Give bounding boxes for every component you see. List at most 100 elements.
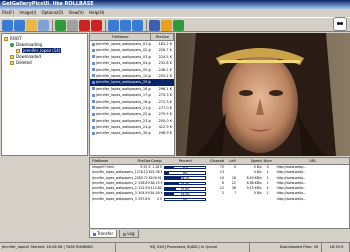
menu-image[interactable]: Image(I) [19, 10, 36, 15]
dl-comp: 0 K [157, 196, 163, 201]
status-queue: 90[ XXX] Processed, 8(ABC) In Queue [116, 243, 250, 252]
preview-image [176, 33, 350, 156]
save-button[interactable] [38, 20, 49, 31]
image-preview [176, 33, 350, 156]
toolbar [0, 17, 350, 32]
help-button[interactable] [173, 20, 184, 31]
col-filename[interactable]: FileName [90, 34, 151, 40]
panda-logo-icon [333, 17, 347, 31]
col-filesize[interactable]: FileSize [137, 158, 150, 164]
progress-bar: 9% [164, 171, 207, 175]
folder-tree: ROOT Downloading jennifer_lopez (14) Dow… [1, 33, 88, 156]
menu-file[interactable]: File(F) [2, 10, 14, 15]
dl-num [262, 197, 274, 202]
stop-button[interactable] [79, 20, 90, 31]
menu-help[interactable]: Help(H) [89, 10, 104, 15]
tree-deleted[interactable]: Deleted [4, 60, 85, 66]
progress-text: 0% [183, 197, 188, 202]
status-time: 16:32:9 [322, 243, 350, 252]
downloading-icon [10, 43, 14, 47]
image-file-icon [92, 42, 95, 46]
tab-bar: Transfer Log [89, 230, 350, 239]
col-filesize[interactable]: FileSize [151, 34, 174, 40]
image-file-icon [92, 106, 95, 110]
file-list-rows: jennifer_lopez_wallpapers_01.jpg 163.2 Kj… [90, 41, 174, 137]
col-speed[interactable]: Speed [236, 158, 262, 164]
menu-options[interactable]: Options(O) [42, 10, 64, 15]
refresh-button[interactable] [108, 20, 119, 31]
file-list-item[interactable]: jennifer_lopez_wallpapers_30.jpg 298.9 K [90, 130, 174, 136]
file-name: jennifer_lopez_wallpapers_30.jpg [90, 130, 151, 136]
file-size: 298.9 K [158, 131, 172, 136]
image-file-icon [92, 80, 95, 84]
menu-view[interactable]: View(V) [69, 10, 84, 15]
image-file-icon [92, 125, 95, 129]
dl-filesize: 297.8 K [138, 196, 151, 201]
image-file-icon [92, 55, 95, 59]
image-file-icon [92, 131, 95, 135]
col-num[interactable]: Num [262, 158, 274, 164]
status-downloaded-files: Downloaded Files: 36 [250, 243, 322, 252]
image-button[interactable] [149, 20, 160, 31]
image-file-icon [92, 112, 95, 116]
folder-icon [16, 49, 20, 53]
dl-percent: 0% [162, 197, 208, 202]
dl-left [224, 197, 236, 202]
log-icon [123, 232, 127, 236]
col-left[interactable]: Left [224, 158, 236, 164]
progress-bar: 0% [164, 197, 207, 202]
progress-text: 9% [183, 171, 188, 175]
window-title: GetGalleryPicsUI. like ROLLBASE [0, 0, 350, 9]
download-grid: FileName FileSize Comp. Percent Elapsed … [89, 157, 350, 229]
redo-button[interactable] [132, 20, 143, 31]
tab-log[interactable]: Log [119, 230, 139, 238]
col-percent[interactable]: Percent [162, 158, 208, 164]
undo-button[interactable] [120, 20, 131, 31]
download-row[interactable]: jennifer_lopez_wallpapers_31.jpg297.8 K 0… [90, 197, 349, 202]
download-grid-rows: image57.html 5.52 K 1.16 K 21% 75 0 0 B/s 0 http… [90, 165, 349, 202]
dl-elapsed [208, 197, 224, 202]
image-file-icon [92, 61, 95, 65]
col-filename[interactable]: FileName [90, 158, 137, 164]
image-file-icon [92, 93, 95, 97]
delete-button[interactable] [91, 20, 102, 31]
dl-speed [236, 197, 262, 202]
downloaded-folder-icon [10, 55, 14, 59]
settings-button[interactable] [161, 20, 172, 31]
forward-button[interactable] [14, 20, 25, 31]
status-task: Jennifer_lopez2 Started: 16:28:56 | TASK… [0, 243, 116, 252]
tab-transfer[interactable]: Transfer [89, 230, 118, 238]
file-list-header: FileName FileSize [90, 34, 174, 41]
pause-button[interactable] [67, 20, 78, 31]
progress-bar: 34.4% [164, 181, 207, 186]
download-grid-header: FileName FileSize Comp. Percent Elapsed … [90, 158, 349, 165]
progress-text: 39.1% [180, 176, 190, 180]
progress-text: 27.8% [180, 186, 190, 191]
image-file-icon [92, 68, 95, 72]
progress-bar: 21% [164, 165, 207, 170]
image-file-icon [92, 87, 95, 91]
progress-bar: 27.8% [164, 186, 207, 191]
progress-text: 34.4% [180, 181, 190, 186]
col-comp[interactable]: Comp. [151, 158, 162, 164]
menu-bar: File(F) Image(I) Options(O) View(V) Help… [0, 9, 350, 17]
progress-text: 21.2% [180, 192, 190, 196]
progress-bar: 39.1% [164, 176, 207, 180]
col-elapsed[interactable]: Elapsed [208, 158, 224, 164]
toolbar-separator [52, 20, 53, 31]
file-list: FileName FileSize jennifer_lopez_wallpap… [89, 33, 175, 156]
open-button[interactable] [26, 20, 37, 31]
col-url[interactable]: URL [274, 158, 349, 164]
back-button[interactable] [2, 20, 13, 31]
transfer-icon [93, 232, 96, 236]
image-file-icon [92, 100, 95, 104]
toolbar-separator [105, 20, 106, 31]
image-file-icon [92, 74, 95, 78]
dl-filename: jennifer_lopez_wallpapers_31.jpg [92, 196, 137, 201]
play-button[interactable] [55, 20, 66, 31]
deleted-folder-icon [10, 61, 14, 65]
toolbar-separator [146, 20, 147, 31]
status-bar: Jennifer_lopez2 Started: 16:28:56 | TASK… [0, 242, 350, 252]
image-file-icon [92, 48, 95, 52]
image-file-icon [92, 119, 95, 123]
